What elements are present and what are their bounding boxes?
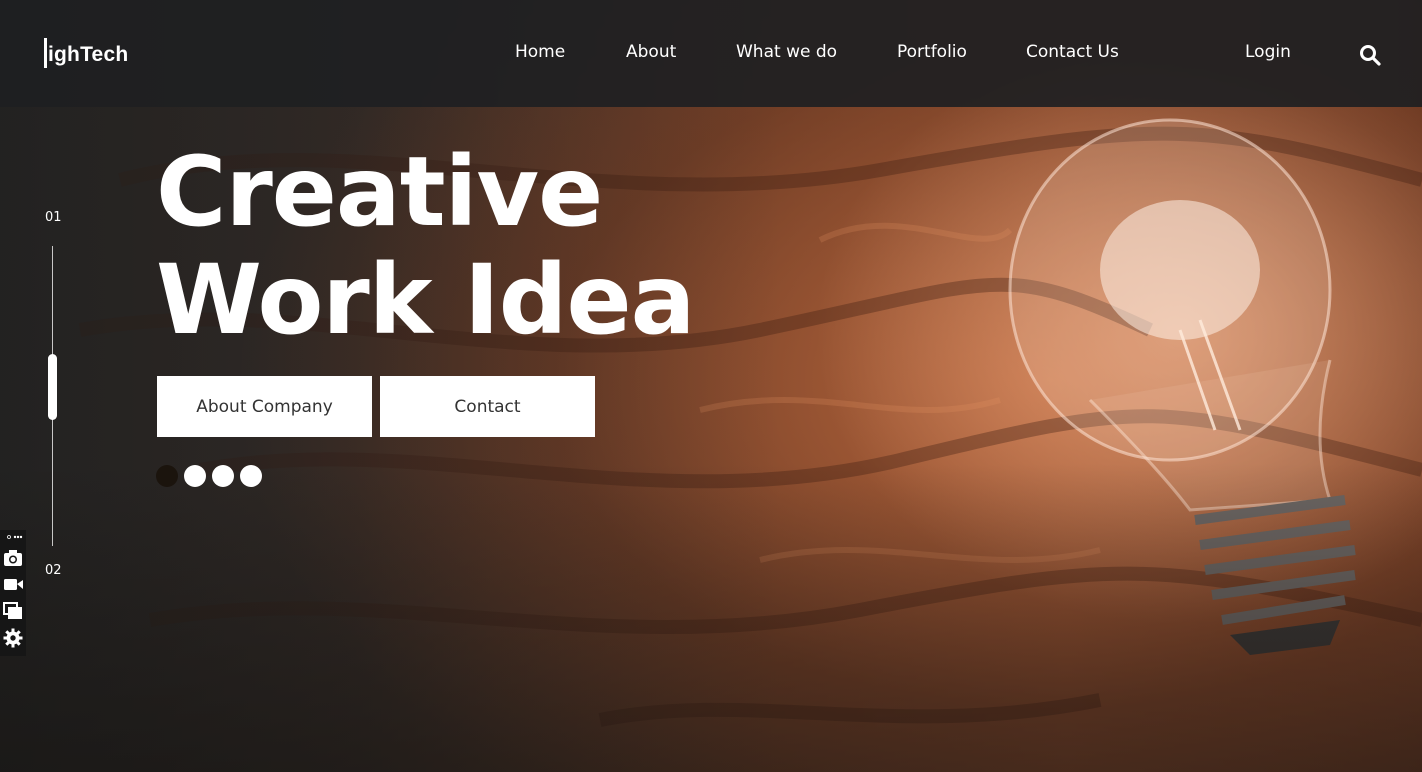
floating-toolbar xyxy=(0,530,26,656)
slide-dot-4[interactable] xyxy=(240,465,262,487)
video-icon[interactable] xyxy=(3,574,23,594)
gear-icon[interactable] xyxy=(3,628,23,648)
nav-contact-us[interactable]: Contact Us xyxy=(1026,42,1119,62)
nav-what-we-do[interactable]: What we do xyxy=(736,42,837,62)
about-company-button[interactable]: About Company xyxy=(157,376,372,437)
slide-progress-thumb[interactable] xyxy=(48,354,57,420)
login-link[interactable]: Login xyxy=(1245,42,1291,62)
slide-dot-1[interactable] xyxy=(156,465,178,487)
hero-headline: Creative Work Idea xyxy=(156,136,695,356)
top-navbar: ighTech Home About What we do Portfolio … xyxy=(0,0,1422,107)
windows-icon[interactable] xyxy=(3,601,23,621)
nav-about[interactable]: About xyxy=(626,42,676,62)
logo-mark xyxy=(44,38,47,68)
slide-dot-2[interactable] xyxy=(184,465,206,487)
brand-logo[interactable]: ighTech xyxy=(44,38,128,68)
more-icon[interactable] xyxy=(3,532,23,542)
slide-current-number: 01 xyxy=(45,210,62,225)
nav-portfolio[interactable]: Portfolio xyxy=(897,42,967,62)
headline-line-1: Creative xyxy=(156,136,603,248)
camera-icon[interactable] xyxy=(3,548,23,568)
search-icon[interactable] xyxy=(1359,44,1381,66)
headline-line-2: Work Idea xyxy=(156,244,695,356)
slide-next-number: 02 xyxy=(45,563,62,578)
logo-text: ighTech xyxy=(48,43,129,66)
contact-button[interactable]: Contact xyxy=(380,376,595,437)
nav-home[interactable]: Home xyxy=(515,42,565,62)
slide-dot-3[interactable] xyxy=(212,465,234,487)
